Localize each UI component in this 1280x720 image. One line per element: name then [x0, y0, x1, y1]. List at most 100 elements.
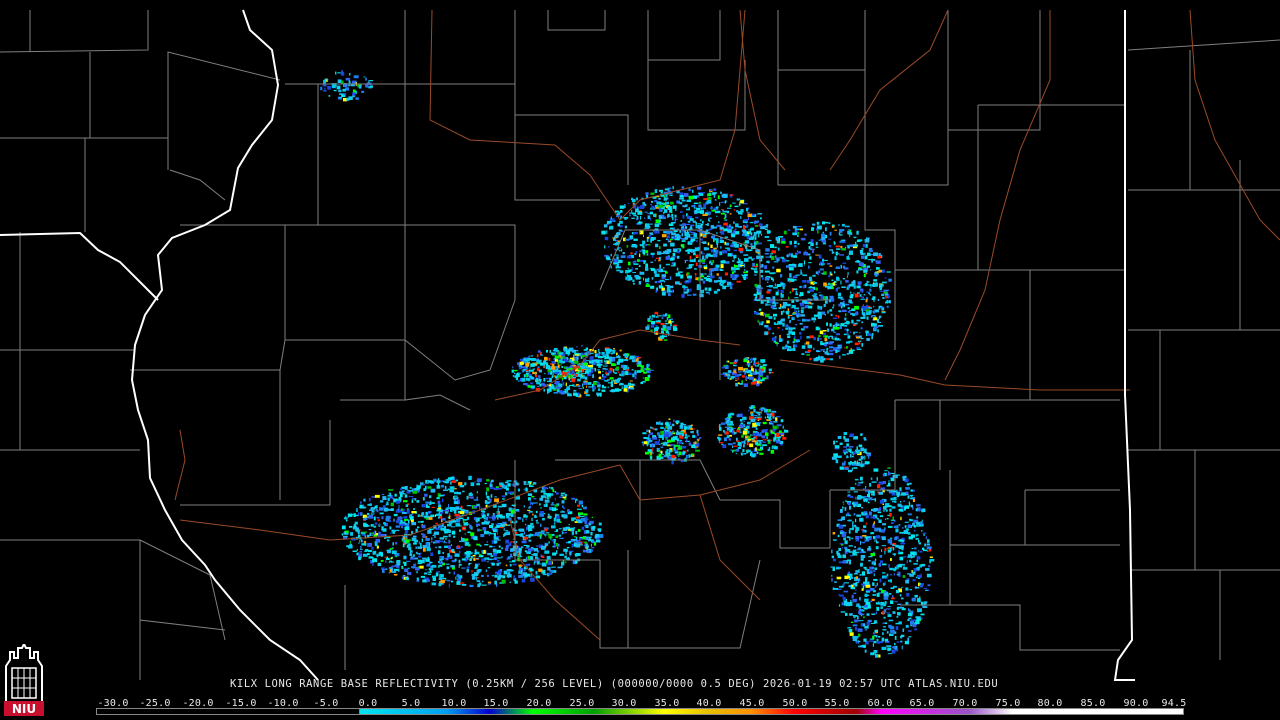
echo-pixel: [592, 388, 595, 392]
echo-pixel: [511, 520, 514, 524]
echo-pixel: [870, 283, 872, 288]
echo-pixel: [717, 208, 719, 210]
echo-pixel: [669, 194, 673, 196]
echo-pixel: [646, 224, 649, 228]
echo-pixel: [630, 245, 634, 247]
echo-pixel: [839, 567, 842, 569]
echo-pixel: [651, 277, 654, 280]
echo-pixel: [664, 197, 669, 200]
echo-pixel: [360, 501, 362, 504]
echo-pixel: [713, 290, 718, 294]
echo-pixel: [527, 555, 529, 560]
echo-pixel: [380, 553, 383, 557]
echo-pixel: [861, 460, 863, 464]
echo-pixel: [620, 255, 626, 258]
echo-pixel: [597, 537, 601, 539]
echo-pixel: [598, 522, 602, 526]
echo-pixel: [823, 335, 826, 337]
echo-pixel: [352, 92, 356, 96]
echo-pixel: [739, 431, 742, 434]
echo-pixel: [865, 283, 868, 287]
echo-pixel: [536, 381, 541, 385]
echo-pixel: [897, 612, 901, 616]
echo-pixel: [565, 382, 567, 387]
echo-pixel: [753, 436, 755, 439]
echo-pixel: [664, 209, 668, 213]
echo-pixel: [417, 562, 422, 565]
echo-pixel: [438, 565, 443, 567]
echo-pixel: [919, 550, 923, 553]
echo-pixel: [868, 292, 870, 295]
echo-pixel: [641, 381, 646, 383]
echo-pixel: [488, 516, 492, 519]
echo-pixel: [616, 356, 621, 359]
echo-pixel: [884, 622, 888, 624]
echo-pixel: [690, 240, 694, 243]
echo-pixel: [624, 218, 627, 220]
echo-pixel: [694, 247, 699, 252]
echo-pixel: [917, 507, 921, 512]
echo-pixel: [781, 241, 786, 244]
echo-pixel: [389, 548, 393, 550]
echo-pixel: [837, 287, 840, 289]
echo-pixel: [899, 539, 905, 542]
echo-pixel: [754, 242, 757, 246]
echo-pixel: [869, 288, 872, 292]
echo-pixel: [505, 481, 509, 484]
echo-pixel: [582, 383, 584, 387]
echo-pixel: [521, 536, 525, 538]
echo-pixel: [881, 637, 885, 642]
echo-pixel: [417, 485, 421, 489]
echo-pixel: [567, 509, 570, 513]
echo-pixel: [722, 209, 724, 213]
echo-pixel: [484, 483, 487, 485]
echo-pixel: [828, 336, 830, 339]
echo-pixel: [682, 244, 685, 249]
echo-pixel: [578, 392, 580, 397]
echo-pixel: [770, 305, 775, 309]
echo-pixel: [640, 364, 642, 366]
echo-pixel: [882, 572, 886, 574]
echo-pixel: [789, 273, 792, 277]
echo-pixel: [417, 521, 423, 523]
echo-pixel: [568, 388, 571, 390]
echo-pixel: [764, 416, 767, 419]
echo-pixel: [839, 254, 845, 256]
echo-pixel: [834, 336, 838, 338]
echo-pixel: [887, 467, 891, 469]
echo-pixel: [901, 608, 906, 611]
echo-pixel: [355, 97, 359, 100]
echo-pixel: [624, 354, 626, 356]
echo-pixel: [476, 483, 480, 486]
echo-pixel: [502, 487, 506, 489]
echo-pixel: [379, 512, 384, 515]
echo-pixel: [834, 256, 837, 261]
echo-pixel: [589, 522, 591, 526]
echo-pixel: [645, 451, 650, 455]
echo-pixel: [867, 619, 872, 623]
echo-pixel: [837, 345, 841, 347]
echo-pixel: [554, 498, 556, 501]
echo-pixel: [717, 279, 721, 283]
echo-pixel: [781, 283, 786, 285]
echo-pixel: [843, 432, 848, 435]
echo-pixel: [461, 537, 465, 542]
echo-pixel: [675, 420, 680, 424]
echo-pixel: [886, 305, 889, 308]
echo-pixel: [822, 242, 827, 245]
echo-pixel: [915, 616, 917, 618]
echo-pixel: [853, 513, 856, 516]
echo-pixel: [380, 560, 384, 562]
echo-pixel: [829, 346, 834, 349]
echo-pixel: [799, 332, 802, 335]
echo-pixel: [661, 274, 666, 278]
echo-pixel: [421, 483, 425, 486]
echo-pixel: [597, 528, 602, 531]
echo-pixel: [923, 549, 928, 552]
echo-pixel: [722, 193, 728, 198]
echo-pixel: [741, 229, 747, 232]
echo-pixel: [779, 334, 781, 339]
echo-pixel: [603, 365, 608, 367]
echo-pixel: [663, 243, 667, 247]
echo-pixel: [338, 89, 342, 93]
